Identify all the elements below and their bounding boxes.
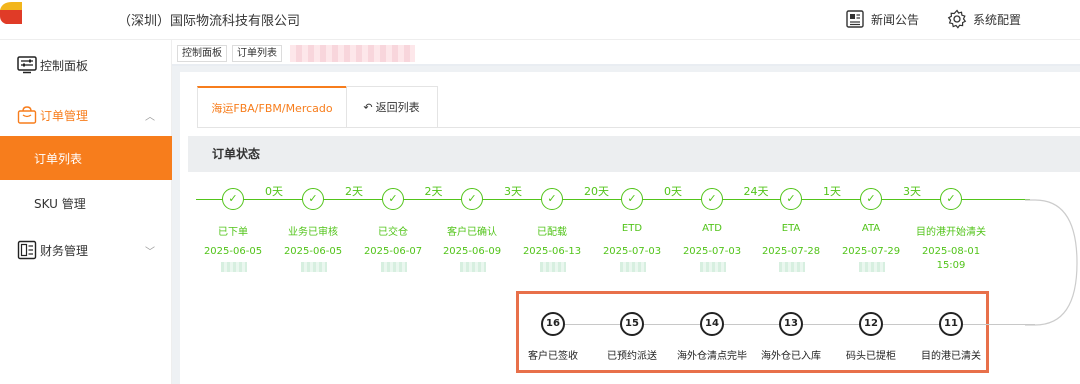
step-check-icon: ✓ [461,188,483,210]
step-check-icon: ✓ [302,188,324,210]
step-check-icon: ✓ [780,188,802,210]
redacted-time [859,262,885,272]
tab-sea-freight[interactable]: 海运FBA/FBM/Mercado [197,86,347,128]
logo-icon [0,2,22,24]
step-date: 2025-07-03 [602,246,662,257]
chevron-up-icon: ︿ [145,111,155,123]
sidebar-item-label: SKU 管理 [34,196,86,211]
pending-step-label: 码头已提柜 [846,351,896,362]
step-check-icon: ✓ [382,188,404,210]
pending-step-number: 11 [939,312,963,336]
sidebar-item-dashboard[interactable]: 控制面板 [0,50,172,80]
step-check-icon: ✓ [222,188,244,210]
company-name: （深圳）国际物流科技有限公司 [118,14,301,29]
step-duration: 0天 [265,185,283,198]
sidebar-item-label: 财务管理 [40,243,89,258]
pending-step-label: 已预约派送 [607,351,657,362]
sidebar-item-order-management[interactable]: 订单管理 ︿ [0,100,172,130]
step-date: 2025-06-05 [283,246,343,257]
open-tabs-bar: 控制面板 订单列表 [172,40,1080,66]
step-check-icon: ✓ [621,188,643,210]
pending-step-number: 13 [779,312,803,336]
back-arrow-icon: ↶ [363,100,373,114]
pending-step-number: 14 [700,312,724,336]
pending-step-number: 16 [541,312,565,336]
step-date: 2025-07-28 [761,246,821,257]
step-check-icon: ✓ [860,188,882,210]
sidebar-item-label: 控制面板 [40,58,89,73]
step-label: 已配载 [537,227,567,238]
step-duration: 20天 [584,185,609,198]
sidebar-item-label: 订单管理 [40,108,89,123]
redacted-time [221,262,247,272]
step-check-icon: ✓ [541,188,563,210]
step-label: ATA [861,223,881,234]
pending-step-label: 海外仓清点完毕 [677,351,747,362]
back-label: 返回列表 [375,101,420,114]
pending-step-number: 15 [620,312,644,336]
newspaper-icon [846,10,864,28]
gear-icon [947,9,967,29]
step-label: ETD [621,223,643,234]
step-check-icon: ✓ [940,188,962,210]
step-duration: 0天 [664,185,682,198]
step-date: 2025-08-01 [921,246,981,257]
top-bar: （深圳）国际物流科技有限公司 新闻公告 系统配置 [0,0,1080,40]
redacted-time [620,262,646,272]
sidebar-item-finance[interactable]: 财务管理 ﹀ [0,235,172,265]
redacted-tab [290,45,415,62]
system-config-link[interactable]: 系统配置 [947,9,1021,29]
step-duration: 3天 [504,185,522,198]
redacted-time [381,262,407,272]
redacted-time [540,262,566,272]
step-label: 目的港开始清关 [916,227,986,238]
back-to-list-button[interactable]: ↶ 返回列表 [346,86,438,128]
step-date: 2025-06-07 [363,246,423,257]
sidebar-item-order-list[interactable]: 订单列表 [0,136,172,180]
tab-order-list[interactable]: 订单列表 [232,45,282,62]
step-label: 业务已审核 [288,227,338,238]
shopping-bag-icon [17,106,37,124]
step-date: 2025-07-29 [841,246,901,257]
dashboard-icon [17,56,37,74]
step-duration: 3天 [903,185,921,198]
pending-step-number: 12 [859,312,883,336]
sidebar-item-sku[interactable]: SKU 管理 [0,188,172,218]
step-label: 客户已确认 [447,227,497,238]
step-label: ETA [781,223,801,234]
pending-step-label: 目的港已清关 [921,351,981,362]
step-label: 已下单 [218,227,248,238]
step-label: ATD [702,223,722,234]
step-duration: 1天 [823,185,841,198]
sidebar: 控制面板 订单管理 ︿ 订单列表 SKU 管理 财务管理 ﹀ [0,40,172,384]
step-duration: 24天 [743,185,769,198]
chevron-down-icon: ﹀ [145,246,155,258]
pending-step-label: 客户已签收 [528,351,578,362]
pending-step-label: 海外仓已入库 [761,351,821,362]
ledger-icon [17,240,37,260]
tab-dashboard[interactable]: 控制面板 [177,45,227,62]
tab-underline [197,127,1080,128]
step-date: 2025-06-13 [522,246,582,257]
step-date: 2025-07-03 [682,246,742,257]
system-config-label: 系统配置 [973,12,1022,27]
step-duration: 2天 [424,185,443,198]
step-label: 已交仓 [378,227,408,238]
news-label: 新闻公告 [871,12,920,27]
step-date: 2025-06-09 [442,246,502,257]
tab-label: 海运FBA/FBM/Mercado [211,102,333,115]
sidebar-item-label: 订单列表 [34,151,83,166]
timeline-curve [1025,199,1078,326]
step-time: 15:09 [936,260,966,271]
news-link[interactable]: 新闻公告 [845,9,919,29]
redacted-time [700,262,726,272]
step-check-icon: ✓ [701,188,723,210]
section-title: 订单状态 [188,136,1080,172]
step-date: 2025-06-05 [203,246,263,257]
redacted-time [779,262,805,272]
step-duration: 2天 [345,185,363,198]
redacted-time [301,262,327,272]
redacted-time [460,262,486,272]
